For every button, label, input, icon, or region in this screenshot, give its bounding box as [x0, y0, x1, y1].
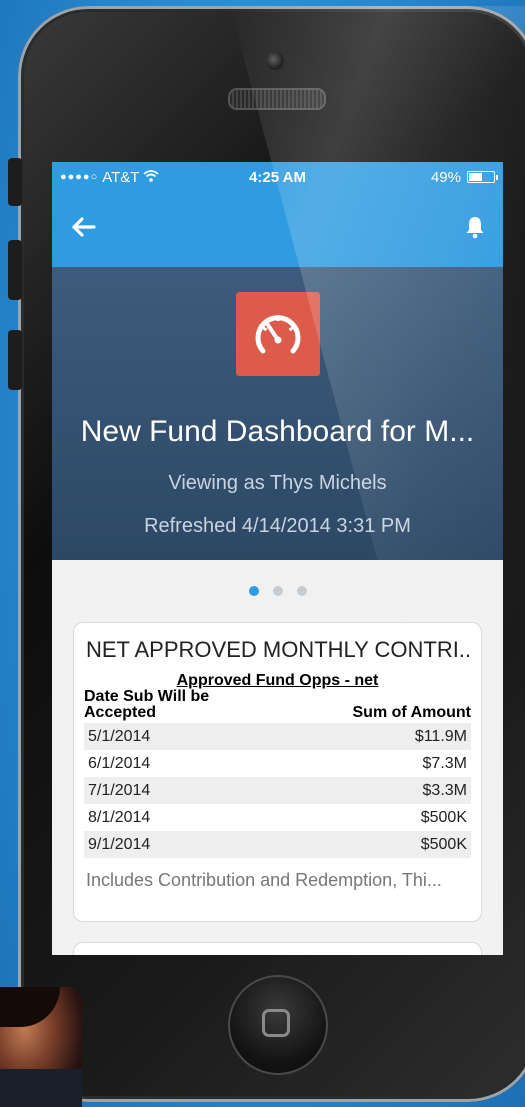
card-title: NET APPROVED MONTHLY CONTRI... — [86, 637, 471, 662]
table-row: 7/1/2014 $3.3M — [84, 777, 471, 804]
row-date: 6/1/2014 — [88, 754, 151, 772]
dashboard-app-icon — [236, 292, 320, 376]
silent-switch — [8, 158, 22, 206]
nav-bar — [52, 192, 503, 267]
row-date: 7/1/2014 — [84, 777, 293, 804]
row-amount: $7.3M — [422, 754, 467, 772]
row-amount: $500K — [420, 808, 467, 826]
report-subtitle: Approved Fund Opps - net — [176, 672, 379, 689]
dashboard-title: New Fund Dashboard for M... — [80, 415, 475, 448]
avatar-hair — [0, 987, 60, 1027]
front-camera — [266, 52, 284, 70]
dashboard-component-card[interactable]: NET APPROVED MONTHLY CONTRI... Approved … — [73, 622, 482, 922]
arrow-left-icon[interactable] — [70, 216, 96, 243]
volume-up-button — [8, 240, 22, 300]
page-indicator[interactable] — [52, 560, 503, 622]
bell-icon[interactable] — [465, 215, 485, 244]
next-component-card[interactable] — [73, 942, 482, 955]
row-date: 9/1/2014 — [84, 831, 293, 858]
row-amount: $3.3M — [292, 777, 471, 804]
table-row: 8/1/2014 $500K — [84, 804, 471, 831]
data-table: 5/1/2014 $11.9M 6/1/2014 $7.3M 7/1/2014 … — [84, 723, 471, 858]
page-dot-3[interactable] — [296, 586, 307, 596]
refreshed-label: Refreshed 4/14/2014 3:31 PM — [144, 515, 411, 537]
table-row: 5/1/2014 $11.9M — [84, 723, 471, 750]
column-header-amount: Sum of Amount — [352, 704, 472, 721]
row-amount: $500K — [292, 831, 471, 858]
status-time: 4:25 AM — [249, 168, 306, 186]
card-footnote: Includes Contribution and Redemption, Th… — [86, 870, 442, 890]
speedometer-icon — [255, 315, 301, 354]
phone-screen: ●●●●○ AT&T 4:25 AM 49% New Fund Dashboar… — [52, 162, 503, 955]
dashboard-header: New Fund Dashboard for M... Viewing as T… — [52, 267, 503, 560]
row-date: 5/1/2014 — [84, 723, 293, 750]
page-dot-2[interactable] — [272, 586, 283, 596]
status-bar: ●●●●○ AT&T 4:25 AM 49% — [52, 162, 503, 192]
volume-down-button — [8, 330, 22, 390]
table-header: Date Sub Will be Accepted Sum of Amount — [84, 689, 471, 721]
battery-nub — [496, 175, 498, 180]
presenter-avatar — [0, 987, 82, 1107]
row-date: 8/1/2014 — [88, 808, 151, 826]
viewing-as-label: Viewing as Thys Michels — [168, 472, 387, 494]
battery-fill — [469, 173, 482, 181]
avatar-shirt — [0, 1069, 82, 1107]
battery-icon — [467, 171, 498, 183]
column-header-date: Date Sub Will be Accepted — [84, 688, 210, 721]
table-row: 9/1/2014 $500K — [84, 831, 471, 858]
home-button[interactable] — [228, 975, 328, 1075]
page-dot-1[interactable] — [248, 586, 259, 596]
row-amount: $11.9M — [292, 723, 471, 750]
earpiece-speaker — [228, 88, 326, 110]
home-square-icon — [262, 1009, 290, 1037]
table-row: 6/1/2014 $7.3M — [84, 750, 471, 777]
